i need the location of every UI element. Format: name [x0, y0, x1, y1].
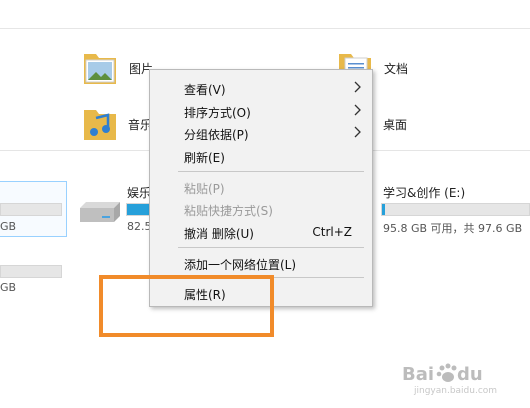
- menu-item-view[interactable]: 查看(V): [150, 77, 372, 99]
- menu-item-paste-shortcut-label: 粘贴快捷方式(S): [184, 204, 273, 218]
- menu-item-undo-shortcut: Ctrl+Z: [312, 225, 352, 239]
- drive-entertainment-usage-bar: [126, 203, 150, 216]
- context-menu: 查看(V) 排序方式(O) 分组依据(P) 刷新(E) 粘贴(P) 粘贴快捷方式…: [149, 69, 373, 307]
- menu-item-paste-shortcut[interactable]: 粘贴快捷方式(S): [150, 198, 372, 220]
- baidu-watermark: Bai du jingyan.baidu.com: [400, 360, 525, 396]
- drive-left2-usage-bar: [0, 265, 62, 278]
- top-border: [0, 28, 530, 29]
- menu-item-group-label: 分组依据(P): [184, 128, 249, 142]
- svg-text:jingyan.baidu.com: jingyan.baidu.com: [413, 386, 497, 396]
- drive-left2-size: GB: [0, 281, 17, 294]
- chevron-right-icon: [354, 126, 361, 138]
- menu-item-sort[interactable]: 排序方式(O): [150, 100, 372, 122]
- baidu-paw-logo: Bai du jingyan.baidu.com: [402, 363, 497, 396]
- drive-entertainment-name[interactable]: 娱乐: [127, 184, 151, 201]
- hard-drive-icon[interactable]: [76, 200, 124, 226]
- folder-music-icon[interactable]: [82, 104, 118, 144]
- drive-entertainment-free: 82.5: [127, 220, 152, 233]
- drive-left-size: GB: [0, 220, 17, 233]
- folder-documents-label[interactable]: 文档: [384, 60, 408, 77]
- highlight-box: [99, 275, 274, 337]
- menu-item-group[interactable]: 分组依据(P): [150, 122, 372, 144]
- folder-desktop-label[interactable]: 桌面: [383, 116, 407, 133]
- menu-item-add-network-location[interactable]: 添加一个网络位置(L): [150, 252, 372, 274]
- menu-item-add-network-label: 添加一个网络位置(L): [184, 258, 297, 272]
- drive-study-name[interactable]: 学习&创作 (E:): [383, 184, 465, 201]
- folder-pictures-icon[interactable]: [82, 48, 118, 88]
- chevron-right-icon: [354, 104, 361, 116]
- menu-item-undo-label: 撤消 删除(U): [184, 227, 254, 241]
- drive-left-usage-bar: [0, 203, 62, 216]
- drive-study-usage-bar: [381, 203, 530, 216]
- svg-text:du: du: [457, 364, 483, 385]
- menu-item-refresh[interactable]: 刷新(E): [150, 145, 372, 167]
- drive-study-free: 95.8 GB 可用，共 97.6 GB: [383, 222, 523, 235]
- menu-separator: [178, 247, 364, 248]
- chevron-right-icon: [354, 81, 361, 93]
- menu-item-refresh-label: 刷新(E): [184, 151, 225, 165]
- svg-text:Bai: Bai: [402, 364, 434, 385]
- menu-item-undo-delete[interactable]: 撤消 删除(U) Ctrl+Z: [150, 221, 372, 243]
- menu-item-paste[interactable]: 粘贴(P): [150, 176, 372, 198]
- menu-item-view-label: 查看(V): [184, 83, 226, 97]
- menu-item-paste-label: 粘贴(P): [184, 182, 225, 196]
- menu-item-sort-label: 排序方式(O): [184, 106, 251, 120]
- menu-separator: [178, 171, 364, 172]
